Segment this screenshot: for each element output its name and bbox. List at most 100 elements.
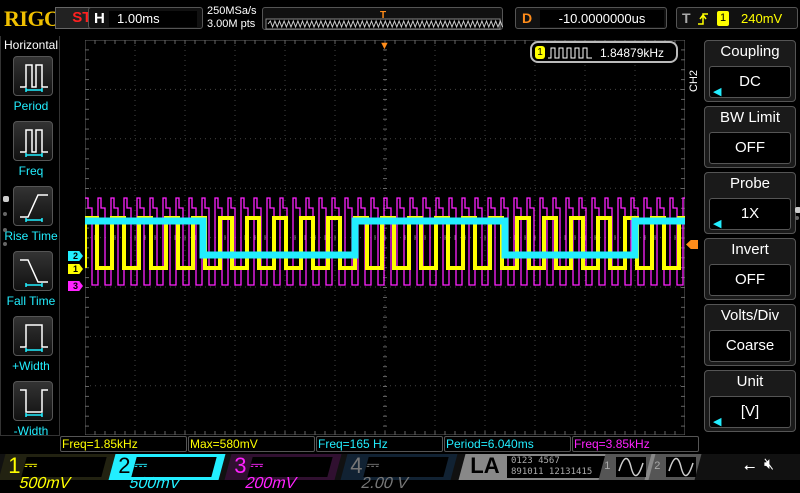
dc-coupling-icon: ⎓ — [22, 457, 40, 474]
measure--width-button[interactable] — [13, 316, 53, 356]
generator-1-status[interactable]: 1 — [598, 454, 652, 480]
ch1-status[interactable]: 1 ⎓ 500mV — [0, 453, 116, 492]
sine-wave-icon — [666, 457, 696, 477]
neg-width-icon — [20, 389, 48, 417]
left-arrow-icon: ◀ — [713, 86, 722, 98]
dc-coupling-icon: ⎓ — [364, 457, 382, 474]
horizontal-measure-menu: Horizontal Period Freq Rise Time Fall Time +… — [0, 36, 60, 438]
menu-value-text: DC — [739, 73, 761, 90]
measure-label: Rise Time — [4, 229, 58, 243]
measurement-item: Period=6.040ms — [444, 436, 571, 452]
measure-fall-time-button[interactable] — [13, 251, 53, 291]
menu-item-value: Coarse — [709, 330, 791, 362]
menu-value-text: OFF — [735, 271, 765, 288]
ch3-status[interactable]: 3 ⎓ 200mV — [224, 453, 342, 492]
page-indicator-dot — [3, 212, 7, 216]
d-key: D — [522, 10, 533, 26]
measure-label: Fall Time — [6, 294, 56, 308]
dc-coupling-icon: ⎓ — [248, 457, 266, 474]
channel-scale-box: ⎓ 200mV — [243, 457, 333, 492]
measurement-item: Freq=3.85kHz — [572, 436, 699, 452]
channel-number: 2 — [118, 453, 131, 478]
usb-icon: ⭠ — [744, 458, 756, 474]
period-icon — [20, 64, 48, 92]
menu-coupling-button[interactable]: Coupling ◀ DC — [704, 40, 796, 102]
menu-invert-button[interactable]: Invert OFF — [704, 238, 796, 300]
measure-freq-button[interactable] — [13, 121, 53, 161]
channel-number: 4 — [350, 453, 363, 478]
trigger-level-marker[interactable] — [686, 240, 698, 249]
horizontal-timebase[interactable]: H 1.00ms — [88, 7, 203, 29]
menu-item-value: OFF — [709, 132, 791, 164]
trigger-level: 240mV — [741, 11, 783, 26]
waveform-overview: T — [262, 7, 504, 30]
pos-width-icon — [20, 324, 48, 352]
menu-value-text: [V] — [740, 403, 760, 420]
trigger-position-marker-icon: ▼ — [379, 40, 390, 52]
measurement-item: Freq=1.85kHz — [60, 436, 187, 452]
menu-item-value: ◀ 1X — [709, 198, 791, 230]
trigger-source-badge: 1 — [717, 11, 729, 26]
channel-scale: 200mV — [243, 475, 299, 492]
h-key: H — [94, 10, 105, 27]
square-wave-icon — [548, 47, 592, 59]
page-indicator-dot — [3, 196, 9, 202]
channel-scale: 500mV — [127, 475, 183, 492]
acquisition-info: 250MSa/s 3.00M pts — [207, 5, 257, 31]
page-indicator-dot — [795, 216, 799, 220]
trigger-settings[interactable]: T 1 240mV — [676, 7, 798, 29]
generator-2-status[interactable]: 2 — [648, 454, 702, 480]
rising-edge-icon — [698, 13, 708, 25]
generator-number: 2 — [654, 460, 661, 472]
measure-rise-time-button[interactable] — [13, 186, 53, 226]
timebase-value: 1.00ms — [109, 11, 197, 27]
measure--width-button[interactable] — [13, 381, 53, 421]
sine-wave-icon — [616, 457, 646, 477]
page-indicator-dot — [3, 228, 7, 232]
fall-time-icon — [20, 259, 48, 287]
menu-item-label: Unit — [736, 373, 764, 390]
channel-scale-box: ⎓ 2.00 V — [359, 457, 449, 492]
menu-bw-limit-button[interactable]: BW Limit OFF — [704, 106, 796, 168]
measure-label: +Width — [12, 359, 50, 373]
ch2-offset-marker[interactable]: 2 — [68, 251, 83, 261]
menu-item-label: Probe — [729, 175, 771, 192]
measure-label: Freq — [18, 164, 44, 178]
memory-depth: 3.00M pts — [207, 18, 256, 30]
ch4-status[interactable]: 4 ⎓ 2.00 V — [340, 453, 458, 492]
menu-value-text: OFF — [735, 139, 765, 156]
menu-item-value: OFF — [709, 264, 791, 296]
ch2-status[interactable]: 2 ⎓ 500mV — [108, 453, 226, 492]
measurement-item: Max=580mV — [188, 436, 315, 452]
menu-volts-div-button[interactable]: Volts/Div Coarse — [704, 304, 796, 366]
page-indicator-dot — [795, 207, 800, 213]
delay-value: -10.0000000us — [540, 10, 664, 27]
counter-value: 1.84879kHz — [600, 46, 665, 60]
menu-item-value: ◀ DC — [709, 66, 791, 98]
ch3-offset-marker[interactable]: 3 — [68, 281, 83, 291]
channel-scale: 2.00 V — [359, 475, 411, 492]
menu-item-label: Invert — [731, 241, 769, 258]
menu-unit-button[interactable]: Unit ◀ [V] — [704, 370, 796, 432]
measurement-bar: Freq=1.85kHz Max=580mV Freq=165 Hz Period=6… — [60, 436, 700, 452]
ch1-offset-marker[interactable]: 1 — [68, 264, 83, 274]
measurement-item: Freq=165 Hz — [316, 436, 443, 452]
trigger-delay[interactable]: D -10.0000000us — [515, 7, 667, 29]
page-indicator-dot — [3, 242, 7, 246]
channel-scale: 500mV — [17, 475, 73, 492]
mute-icon[interactable]: 🔇︎ — [764, 456, 774, 474]
menu-item-label: Coupling — [720, 43, 780, 60]
left-arrow-icon: ◀ — [713, 416, 722, 428]
menu-value-text: 1X — [740, 205, 760, 222]
ch3-trace — [85, 197, 685, 286]
channel-number: 3 — [234, 453, 247, 478]
channel-number: 1 — [8, 453, 21, 478]
menu-title: Horizontal — [4, 38, 59, 52]
la-label: LA — [470, 453, 500, 478]
measure-label: -Width — [13, 424, 49, 438]
menu-item-value: ◀ [V] — [709, 396, 791, 428]
menu-item-label: BW Limit — [720, 109, 780, 126]
t-key: T — [682, 10, 691, 26]
menu-probe-button[interactable]: Probe ◀ 1X — [704, 172, 796, 234]
measure-period-button[interactable] — [13, 56, 53, 96]
